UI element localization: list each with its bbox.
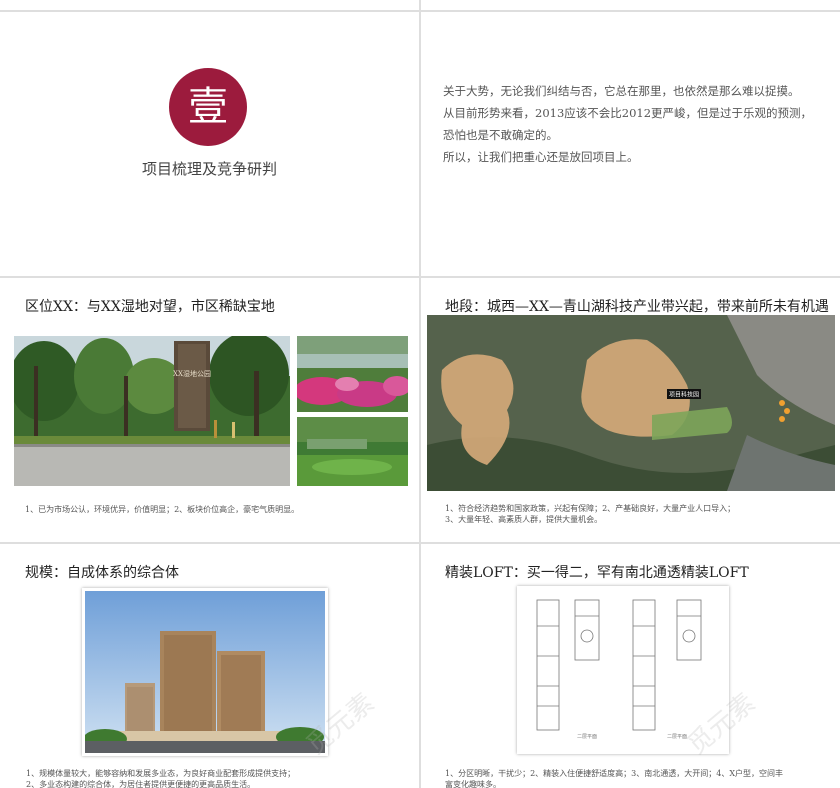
slide-partial-top-right	[421, 0, 840, 10]
intro-line: 所以，让我们把重心还是放回项目上。	[443, 150, 639, 164]
building-rendering-frame	[82, 588, 328, 756]
intro-line: 从目前形势来看，2013应该不会比2012更严峻，但是过于乐观的预测，恐怕也是不…	[443, 106, 813, 142]
slide-title: 规模：自成体系的综合体	[25, 565, 179, 581]
plot-caption-line: 3、大量年轻、高素质人群，提供大量机会。	[445, 515, 603, 524]
slide-scale[interactable]: 规模：自成体系的综合体 1、规模体量较大，能够容纳和发展多业态，为良好商业配套形…	[0, 544, 419, 788]
slide-title: 区位XX：与XX湿地对望，市区稀缺宝地	[25, 299, 275, 315]
slide-plot-map[interactable]: 地段：城西—XX—青山湖科技产业带兴起，带来前所未有机遇 项目科技园 1、符合经…	[421, 278, 840, 542]
satellite-map: 项目科技园	[427, 315, 835, 491]
section-title: 项目梳理及竞争研判	[141, 160, 277, 178]
intro-paragraph: 关于大势，无论我们纠结与否，它总在那里，也依然是那么难以捉摸。 从目前形势来看，…	[443, 80, 821, 168]
plot-caption: 1、符合经济趋势和国家政策，兴起有保障；2、产基础良好，大量产业人口导入； 3、…	[445, 503, 825, 525]
flower-garden-photo	[297, 336, 408, 412]
wetland-pond-image	[297, 417, 408, 486]
intro-line: 关于大势，无论我们纠结与否，它总在那里，也依然是那么难以捉摸。	[443, 84, 800, 98]
flower-garden-image	[297, 336, 408, 412]
plot-caption-line: 1、符合经济趋势和国家政策，兴起有保障；2、产基础良好，大量产业人口导入；	[445, 504, 736, 513]
loft-caption-line: 1、分区明晰，干扰少；2、精装入住便捷舒适度高；3、南北通透，大开间；4、X户型…	[445, 769, 784, 778]
scale-caption-line: 2、多业态构建的综合体，为居住者提供更便捷的更高品质生活。	[26, 780, 256, 788]
park-entrance-image: XX湿地公园	[14, 336, 290, 486]
slide-location[interactable]: 区位XX：与XX湿地对望，市区稀缺宝地 XX湿地公园 1、已为市场公认，环境优异…	[0, 278, 419, 542]
section-number-badge: 壹	[169, 68, 247, 146]
building-rendering-image	[85, 591, 325, 753]
slide-title: 精装LOFT：买一得二，罕有南北通透精装LOFT	[445, 565, 749, 581]
satellite-map-image: 项目科技园	[427, 315, 835, 491]
loft-caption: 1、分区明晰，干扰少；2、精装入住便捷舒适度高；3、南北通透，大开间；4、X户型…	[445, 768, 825, 788]
park-sign-text: XX湿地公园	[173, 369, 211, 378]
park-entrance-photo: XX湿地公园	[14, 336, 290, 486]
map-project-label: 项目科技园	[669, 391, 699, 399]
wetland-pond-photo	[297, 417, 408, 486]
slide-partial-top-left	[0, 0, 419, 10]
slide-section-divider[interactable]: 壹 项目梳理及竞争研判	[0, 12, 419, 276]
loft-caption-line: 富变化趣味多。	[445, 780, 501, 788]
scale-caption-line: 1、规模体量较大，能够容纳和发展多业态，为良好商业配套形成提供支持；	[26, 769, 296, 778]
location-caption: 1、已为市场公认，环境优异，价值明显；2、板块价位高企，豪宅气质明显。	[25, 505, 300, 514]
plan-label: 二层平面	[577, 734, 597, 740]
slide-loft[interactable]: 精装LOFT：买一得二，罕有南北通透精装LOFT 二层平面 二层平面 1、分区明…	[421, 544, 840, 788]
slide-title: 地段：城西—XX—青山湖科技产业带兴起，带来前所未有机遇	[445, 299, 829, 315]
scale-caption: 1、规模体量较大，能够容纳和发展多业态，为良好商业配套形成提供支持； 2、多业态…	[26, 768, 406, 788]
slide-intro-text[interactable]: 关于大势，无论我们纠结与否，它总在那里，也依然是那么难以捉摸。 从目前形势来看，…	[421, 12, 840, 276]
